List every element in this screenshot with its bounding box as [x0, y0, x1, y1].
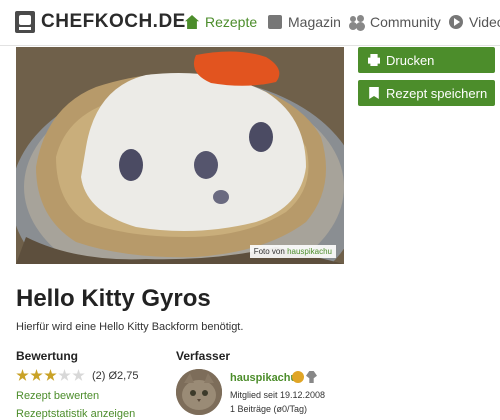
- recipe-stats-link[interactable]: Rezeptstatistik anzeigen: [16, 408, 135, 420]
- nav-magazin-label: Magazin: [288, 14, 341, 30]
- star-icon[interactable]: [16, 369, 29, 381]
- nav-community[interactable]: Community: [350, 14, 441, 30]
- star-icon[interactable]: [44, 369, 57, 381]
- logo-text: CHEFKOCH.DE: [41, 11, 186, 32]
- nav-magazin[interactable]: Magazin: [268, 14, 341, 30]
- save-recipe-button-label: Rezept speichern: [386, 85, 488, 101]
- nav-rezepte[interactable]: Rezepte: [185, 14, 257, 30]
- author-name-link[interactable]: hauspikachu: [230, 372, 297, 384]
- video-icon: [449, 15, 463, 29]
- recipe-subtitle: Hierfür wird eine Hello Kitty Backform b…: [16, 321, 244, 333]
- print-button-label: Drucken: [386, 52, 435, 68]
- chefkoch-logo[interactable]: CHEFKOCH.DE: [15, 11, 186, 33]
- print-icon: [368, 54, 380, 66]
- author-member-since: Mitglied seit 19.12.2008: [230, 390, 326, 400]
- nav-video-label: Video: [469, 14, 500, 30]
- photo-credit: Foto von hauspikachu: [249, 245, 336, 258]
- rating-count: (2) Ø2,75: [92, 370, 139, 382]
- home-icon: [185, 15, 199, 29]
- photo-credit-user-link[interactable]: hauspikachu: [287, 247, 332, 256]
- recipe-photo-image: [16, 47, 344, 264]
- chef-badge-icon: [306, 371, 317, 383]
- nav-rezepte-label: Rezepte: [205, 14, 258, 30]
- photo-credit-prefix: Foto von: [253, 247, 285, 256]
- rate-recipe-link[interactable]: Rezept bewerten: [16, 390, 99, 402]
- nav-community-label: Community: [370, 14, 441, 30]
- save-recipe-button[interactable]: Rezept speichern: [358, 80, 495, 106]
- recipe-photo[interactable]: Foto von hauspikachu: [16, 47, 344, 264]
- author-avatar-image: [176, 369, 222, 415]
- top-navigation: CHEFKOCH.DE Rezepte Magazin Community Vi…: [0, 0, 500, 46]
- bookmark-icon: [369, 87, 379, 99]
- avatar[interactable]: [176, 369, 222, 415]
- crown-icon: [292, 371, 304, 383]
- chefkoch-logo-icon: [15, 11, 35, 33]
- author-posts: 1 Beiträge (ø0/Tag): [230, 404, 308, 414]
- print-button[interactable]: Drucken: [358, 47, 495, 73]
- recipe-title: Hello Kitty Gyros: [16, 285, 211, 312]
- rating-heading: Bewertung: [16, 349, 79, 363]
- author-heading: Verfasser: [176, 349, 231, 363]
- star-icon[interactable]: [72, 369, 85, 381]
- community-icon: [350, 15, 364, 29]
- nav-video[interactable]: Video: [449, 14, 500, 30]
- star-icon[interactable]: [30, 369, 43, 381]
- star-icon[interactable]: [58, 369, 71, 381]
- magazine-icon: [268, 15, 282, 29]
- rating-stars[interactable]: [16, 369, 86, 382]
